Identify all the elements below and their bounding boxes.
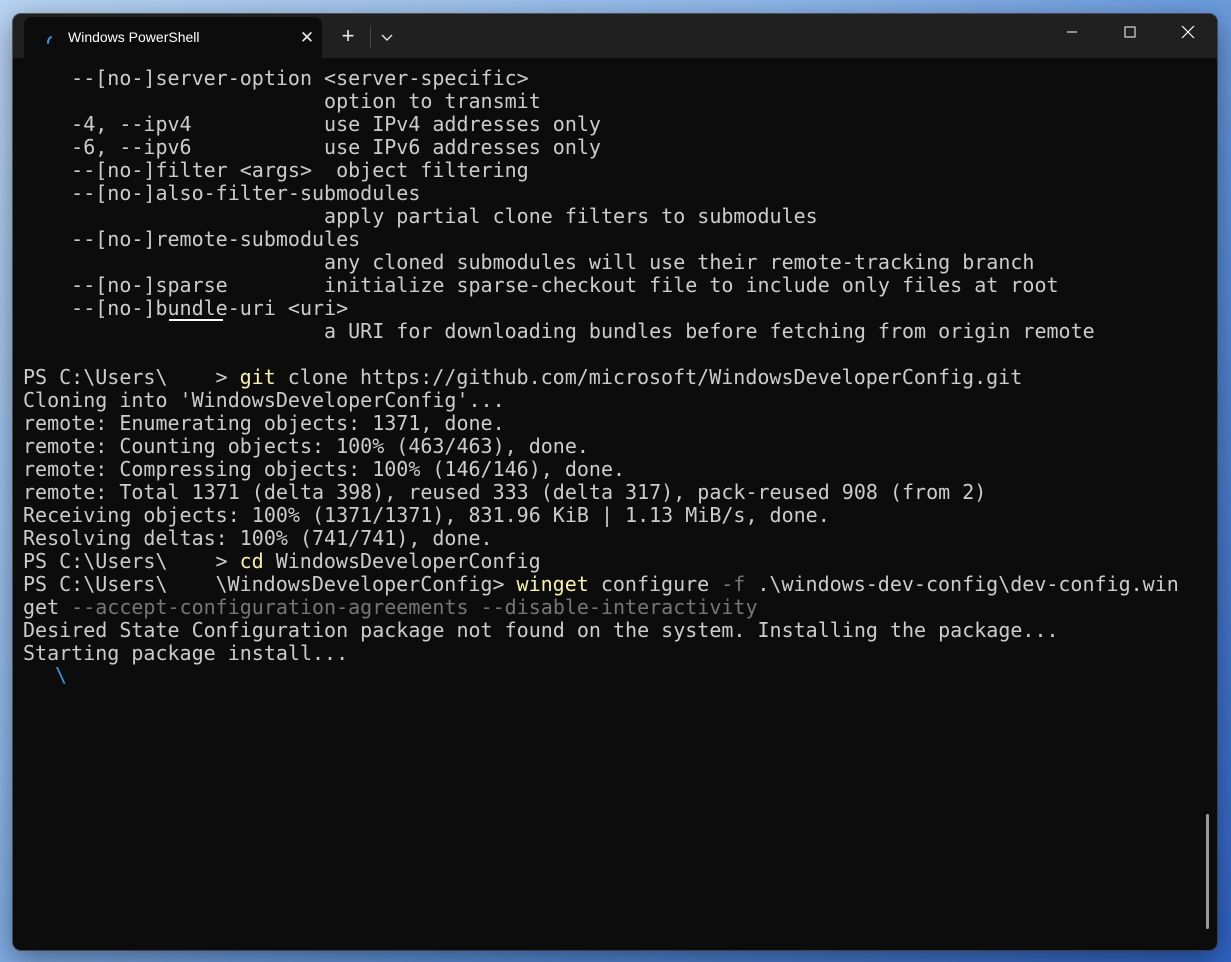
terminal-line: --[no-]sparse initialize sparse-checkout… [23, 274, 1203, 297]
terminal-line: a URI for downloading bundles before fet… [23, 320, 1203, 343]
terminal-text: -6, --ipv6 use IPv6 addresses only [23, 135, 601, 159]
terminal-line: Starting package install... [23, 642, 1203, 665]
terminal-text: clone https://github.com/microsoft/Windo… [275, 365, 1023, 389]
terminal-text: --[no-]sparse initialize sparse-checkout… [23, 273, 1059, 297]
terminal-text: -f [721, 572, 746, 596]
close-icon[interactable] [1159, 14, 1217, 50]
terminal-text: PS C:\Users\ [23, 365, 168, 389]
terminal-line: get --accept-configuration-agreements --… [23, 596, 1203, 619]
terminal-line: PS C:\Users\ > cd WindowsDeveloperConfig [23, 550, 1203, 573]
terminal-text: -4, --ipv4 use IPv4 addresses only [23, 112, 601, 136]
redacted-username [167, 553, 216, 572]
terminal-line: Desired State Configuration package not … [23, 619, 1203, 642]
tab-title: Windows PowerShell [68, 29, 200, 45]
tab-divider [370, 26, 371, 48]
minimize-icon[interactable] [1043, 14, 1101, 50]
terminal-text: apply partial clone filters to submodule… [23, 204, 818, 228]
terminal-text: Receiving objects: 100% (1371/1371), 831… [23, 503, 830, 527]
terminal-line: --[no-]remote-submodules [23, 228, 1203, 251]
scrollbar[interactable] [1206, 814, 1209, 929]
redacted-username [167, 369, 216, 388]
terminal-text: > [215, 365, 240, 389]
terminal-text: --[no-]bundle-uri <uri> [23, 296, 349, 320]
terminal-text: get [23, 595, 72, 619]
terminal-text: any cloned submodules will use their rem… [23, 250, 1035, 274]
terminal-text: --[no-]filter <args> object filtering [23, 158, 529, 182]
terminal-text: git [239, 365, 276, 389]
terminal-line: -6, --ipv6 use IPv6 addresses only [23, 136, 1203, 159]
terminal-text: Cloning into 'WindowsDeveloperConfig'... [23, 388, 505, 412]
terminal-line: remote: Counting objects: 100% (463/463)… [23, 435, 1203, 458]
terminal-line: Receiving objects: 100% (1371/1371), 831… [23, 504, 1203, 527]
close-icon[interactable]: ✕ [297, 28, 317, 48]
terminal-line: Resolving deltas: 100% (741/741), done. [23, 527, 1203, 550]
terminal-text: Desired State Configuration package not … [23, 618, 1059, 642]
terminal-line: --[no-]also-filter-submodules [23, 182, 1203, 205]
redacted-username [167, 576, 216, 595]
spinner-icon [47, 36, 52, 44]
terminal-line: PS C:\Users\ \WindowsDeveloperConfig> win… [23, 573, 1203, 596]
terminal-text: configure [588, 572, 722, 596]
terminal-text: WindowsDeveloperConfig [263, 549, 541, 573]
terminal-window: Windows PowerShell ✕ + --[no-]server-opt… [13, 14, 1217, 950]
title-bar: Windows PowerShell ✕ + [13, 14, 1217, 58]
terminal-text: PS C:\Users\ [23, 549, 168, 573]
terminal-text: remote: Enumerating objects: 1371, done. [23, 411, 505, 435]
terminal-text: winget [516, 572, 589, 596]
terminal-text: a URI for downloading bundles before fet… [23, 319, 1095, 343]
maximize-icon[interactable] [1101, 14, 1159, 50]
plus-icon[interactable]: + [336, 25, 360, 49]
terminal-line: PS C:\Users\ > git clone https://github.c… [23, 366, 1203, 389]
terminal-text: option to transmit [23, 89, 541, 113]
terminal-text: --[no-]also-filter-submodules [23, 181, 421, 205]
terminal-text: .\windows-dev-config\dev-config.win [745, 572, 1179, 596]
terminal-text: PS C:\Users\ [23, 572, 168, 596]
terminal-line: option to transmit [23, 90, 1203, 113]
terminal-line: any cloned submodules will use their rem… [23, 251, 1203, 274]
terminal-line: --[no-]bundle-uri <uri> [23, 297, 1203, 320]
terminal-line: remote: Total 1371 (delta 398), reused 3… [23, 481, 1203, 504]
redaction-mark [169, 319, 223, 321]
terminal-text: > [215, 549, 240, 573]
terminal-text: \WindowsDeveloperConfig> [215, 572, 517, 596]
terminal-line: --[no-]filter <args> object filtering [23, 159, 1203, 182]
terminal-line: remote: Enumerating objects: 1371, done. [23, 412, 1203, 435]
terminal-line: remote: Compressing objects: 100% (146/1… [23, 458, 1203, 481]
terminal-text: Starting package install... [23, 641, 349, 665]
terminal-text: remote: Counting objects: 100% (463/463)… [23, 434, 589, 458]
terminal-text: remote: Compressing objects: 100% (146/1… [23, 457, 626, 481]
terminal-line: -4, --ipv4 use IPv4 addresses only [23, 113, 1203, 136]
chevron-down-icon[interactable] [377, 26, 397, 48]
terminal-text: cd [239, 549, 264, 573]
terminal-text: --[no-]remote-submodules [23, 227, 361, 251]
tab-windows-powershell[interactable]: Windows PowerShell ✕ [24, 17, 322, 58]
terminal-text: Resolving deltas: 100% (741/741), done. [23, 526, 493, 550]
terminal-line: Cloning into 'WindowsDeveloperConfig'... [23, 389, 1203, 412]
terminal-text: --[no-]server-option <server-specific> [23, 66, 529, 90]
terminal-text: remote: Total 1371 (delta 398), reused 3… [23, 480, 987, 504]
terminal-line: --[no-]server-option <server-specific> [23, 67, 1203, 90]
progress-spinner: \ [55, 663, 68, 687]
terminal-text: --accept-configuration-agreements --disa… [71, 595, 758, 619]
terminal-line: apply partial clone filters to submodule… [23, 205, 1203, 228]
terminal-output[interactable]: --[no-]server-option <server-specific> o… [23, 67, 1203, 947]
